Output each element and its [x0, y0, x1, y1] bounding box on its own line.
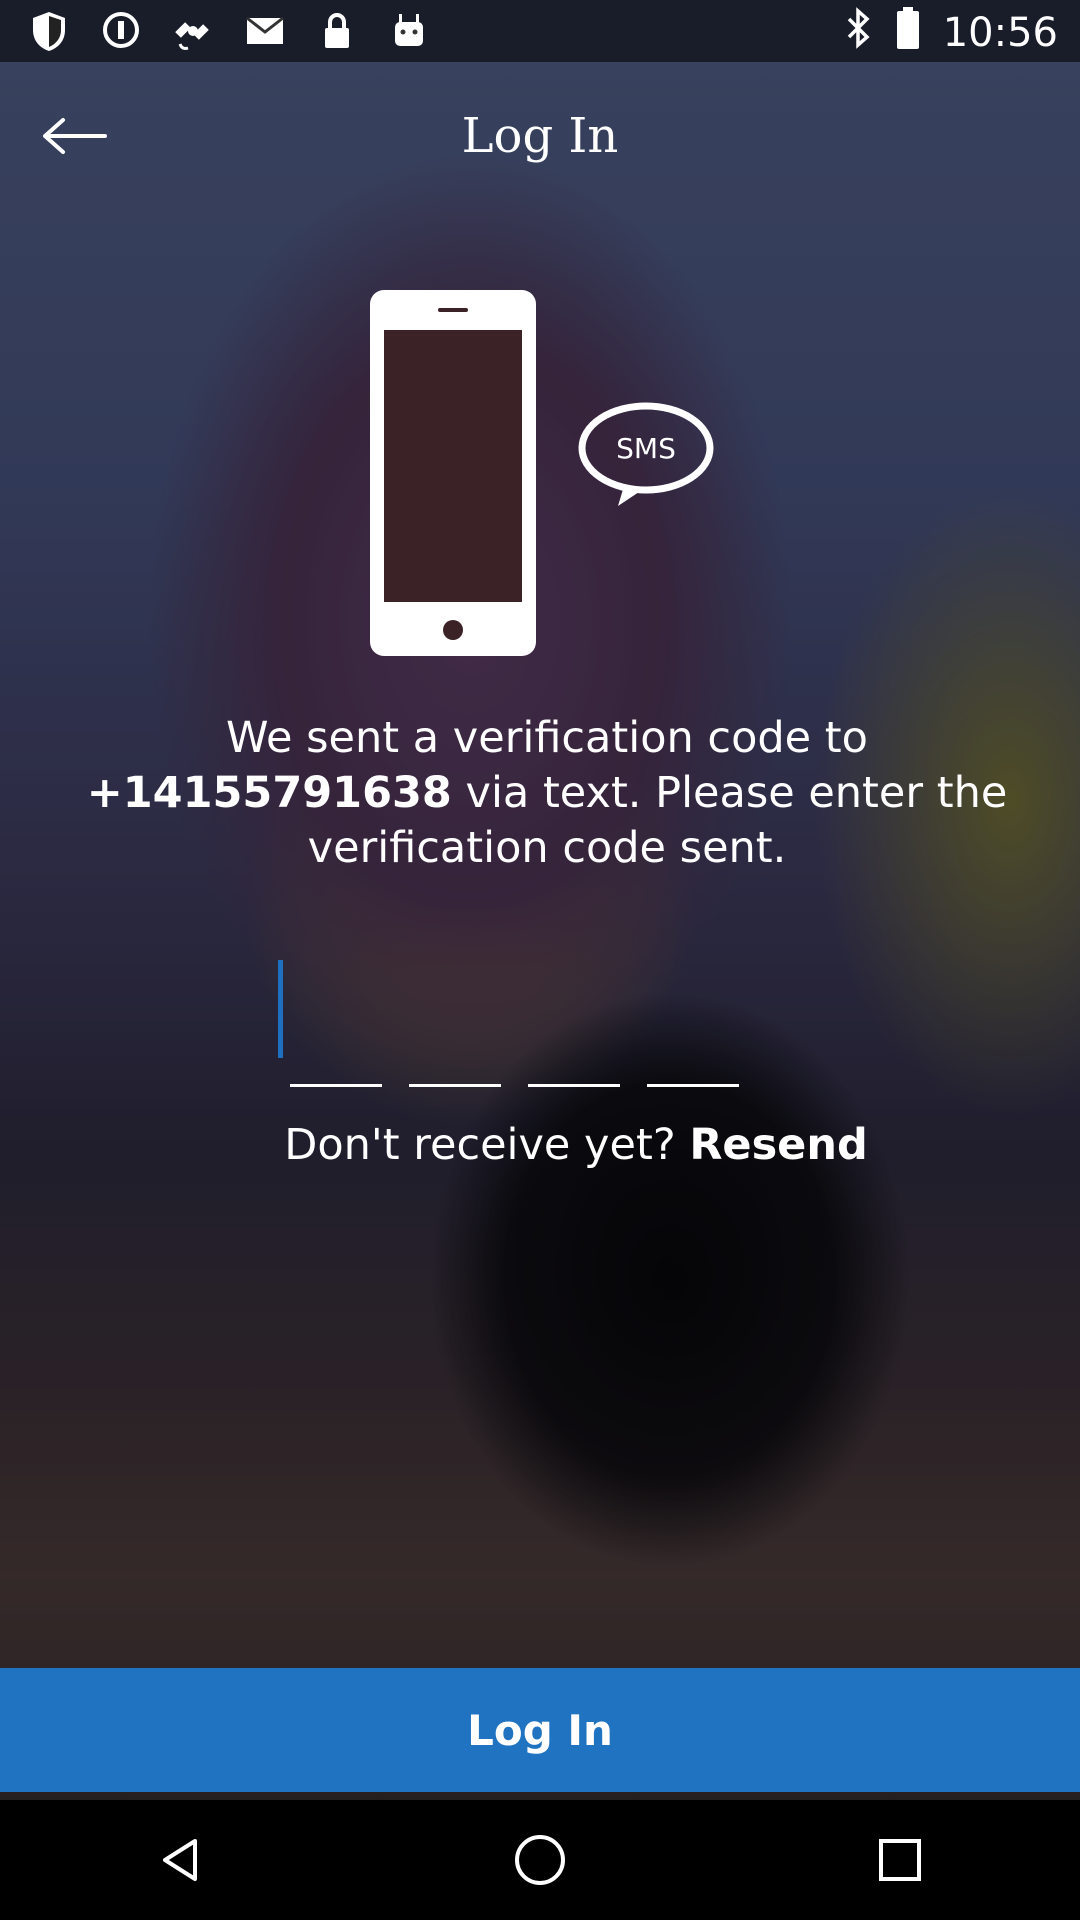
- status-bar: 10:56: [0, 0, 1080, 62]
- sms-label: SMS: [616, 432, 676, 465]
- square-recents-icon: [879, 1839, 921, 1881]
- message-line-1: We sent a verification code to: [226, 712, 868, 763]
- shield-icon: [28, 10, 70, 52]
- triangle-back-icon: [163, 1839, 197, 1881]
- phone-icon: [370, 290, 536, 656]
- status-right: 10:56: [845, 6, 1058, 59]
- message-line-3: verification code sent.: [307, 822, 787, 873]
- sms-illustration: SMS: [320, 260, 714, 682]
- verification-code-input[interactable]: [270, 950, 770, 1090]
- code-slot-1[interactable]: [290, 1084, 382, 1087]
- mail-icon: [244, 10, 286, 52]
- android-icon: [388, 10, 430, 52]
- sms-bubble-icon: SMS: [578, 402, 714, 506]
- code-slot-2[interactable]: [409, 1084, 501, 1087]
- circle-home-icon: [515, 1835, 565, 1885]
- message-line-2-rest: via text. Please enter the: [451, 767, 1008, 818]
- nav-home-button[interactable]: [490, 1810, 590, 1910]
- battery-icon: [895, 6, 921, 59]
- status-time: 10:56: [942, 9, 1058, 56]
- code-slot-4[interactable]: [647, 1084, 739, 1087]
- info-icon: [100, 10, 142, 52]
- screen: 10:56 Log In SMS We sent a verification …: [0, 0, 1080, 1920]
- page-title: Log In: [461, 108, 619, 164]
- resend-link[interactable]: Resend: [689, 1120, 867, 1170]
- navigation-bar: [0, 1800, 1080, 1920]
- text-cursor: [278, 960, 283, 1058]
- verification-message: We sent a verification code to +14155791…: [20, 694, 1074, 892]
- message-line-2: +14155791638 via text. Please enter the: [87, 766, 1008, 821]
- satellite-icon: [172, 10, 214, 52]
- lock-icon: [316, 10, 358, 52]
- code-slot-3[interactable]: [528, 1084, 620, 1087]
- nav-back-button[interactable]: [130, 1810, 230, 1910]
- back-button[interactable]: [8, 66, 140, 206]
- back-arrow-icon: [43, 118, 107, 154]
- nav-recents-button[interactable]: [850, 1810, 950, 1910]
- bluetooth-icon: [845, 7, 873, 58]
- status-left-icons: [28, 10, 430, 52]
- login-button[interactable]: Log In: [0, 1668, 1080, 1792]
- resend-prompt-text: Don't receive yet?: [284, 1120, 690, 1170]
- phone-number: +14155791638: [86, 767, 452, 818]
- resend-prompt[interactable]: Don't receive yet? Resend: [170, 1112, 982, 1178]
